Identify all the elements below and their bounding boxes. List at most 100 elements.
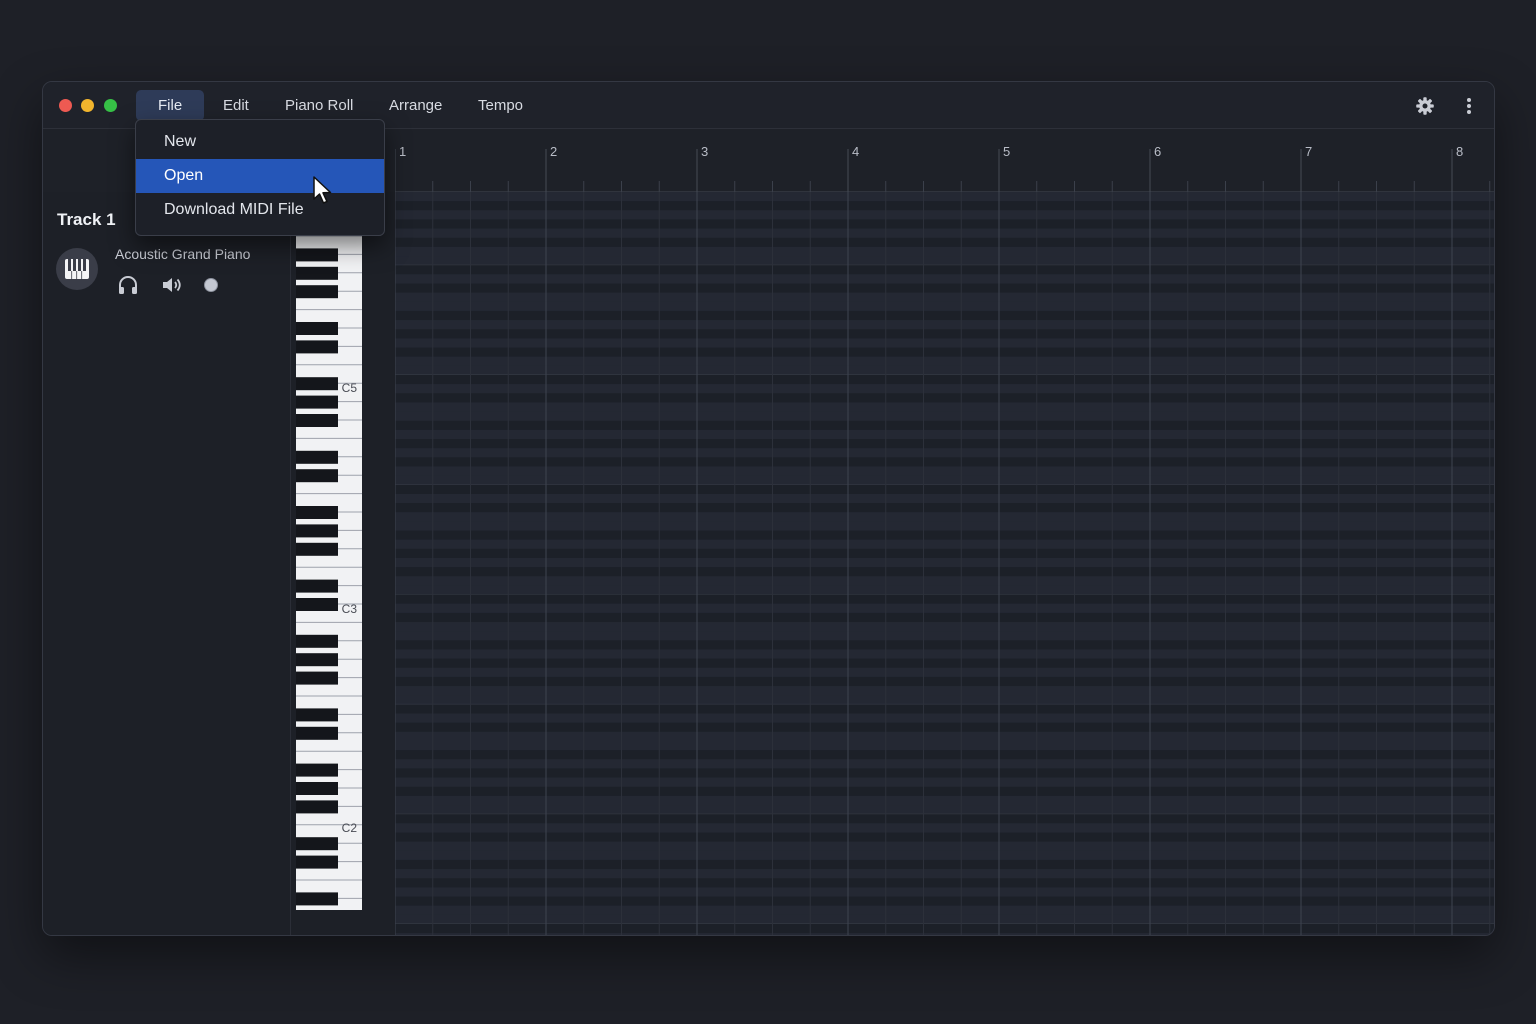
- black-key[interactable]: [296, 782, 338, 795]
- speaker-icon[interactable]: [161, 274, 183, 296]
- black-key[interactable]: [296, 322, 338, 335]
- black-key[interactable]: [296, 285, 338, 299]
- close-window-button[interactable]: [59, 99, 72, 112]
- more-vertical-icon[interactable]: [1459, 96, 1479, 116]
- menu-edit[interactable]: Edit: [215, 90, 257, 121]
- grid-row: [395, 219, 1494, 229]
- menu-piano-roll[interactable]: Piano Roll: [277, 90, 361, 121]
- grid-row: [395, 384, 1494, 394]
- menu-arrange[interactable]: Arrange: [381, 90, 450, 121]
- black-key[interactable]: [296, 855, 338, 869]
- black-key[interactable]: [296, 634, 338, 648]
- black-key[interactable]: [296, 414, 338, 427]
- black-key[interactable]: [296, 266, 338, 280]
- black-key[interactable]: [296, 708, 338, 722]
- grid-row: [395, 429, 1494, 440]
- grid-row: [395, 713, 1494, 723]
- black-key[interactable]: [296, 726, 338, 740]
- menu-tempo[interactable]: Tempo: [470, 90, 531, 121]
- black-key[interactable]: [296, 506, 338, 519]
- black-key[interactable]: [296, 340, 338, 354]
- grid-row: [395, 841, 1494, 851]
- grid-row: [395, 365, 1494, 375]
- black-key[interactable]: [296, 598, 338, 611]
- grid-row: [395, 338, 1494, 348]
- headphones-icon[interactable]: [117, 274, 139, 296]
- black-key[interactable]: [296, 450, 338, 464]
- grid-row: [395, 814, 1494, 824]
- black-key[interactable]: [296, 469, 338, 483]
- ruler-ticks: 1 2 3 4 5 6 7 8: [394, 144, 1491, 192]
- black-key[interactable]: [296, 671, 338, 685]
- minimize-window-button[interactable]: [81, 99, 94, 112]
- piano-roll-grid[interactable]: [395, 192, 1495, 936]
- black-key[interactable]: [296, 653, 338, 667]
- grid-row: [395, 320, 1494, 330]
- menu-file[interactable]: File: [136, 90, 205, 121]
- black-key[interactable]: [296, 800, 338, 814]
- menu-item-download-midi[interactable]: Download MIDI File: [136, 193, 384, 227]
- grid-row: [395, 859, 1494, 870]
- grid-row: [395, 631, 1494, 641]
- mouse-pointer-icon: [313, 176, 332, 204]
- black-key[interactable]: [296, 377, 338, 391]
- grid-row: [395, 622, 1494, 632]
- grid-row: [395, 640, 1494, 650]
- piano-keyboard[interactable]: C5 C3 C2: [291, 192, 395, 936]
- bar-number-label: 3: [701, 144, 708, 159]
- piano-keys[interactable]: C5 C3 C2: [291, 192, 395, 936]
- record-dot-icon[interactable]: [203, 274, 219, 296]
- grid-row: [395, 823, 1494, 833]
- octave-label: C3: [342, 602, 358, 616]
- grid-row: [395, 695, 1494, 705]
- track-name[interactable]: Track 1: [57, 210, 116, 230]
- zoom-window-button[interactable]: [104, 99, 117, 112]
- menu-item-new[interactable]: New: [136, 125, 384, 159]
- grid-row: [395, 210, 1494, 220]
- grid-row: [395, 402, 1494, 412]
- black-key[interactable]: [296, 248, 338, 262]
- grid-row: [395, 676, 1494, 687]
- grid-row: [395, 347, 1494, 357]
- grid-row: [395, 420, 1494, 430]
- octave-label: C2: [342, 821, 358, 835]
- black-key[interactable]: [296, 579, 338, 593]
- grid-row: [395, 192, 1494, 202]
- menu-item-open[interactable]: Open: [136, 159, 384, 193]
- bar-number-label: 1: [399, 144, 406, 159]
- instrument-name[interactable]: Acoustic Grand Piano: [115, 246, 250, 262]
- black-key[interactable]: [296, 837, 338, 851]
- grid-row: [395, 539, 1494, 549]
- grid-row: [395, 201, 1494, 211]
- gear-icon[interactable]: [1415, 96, 1435, 116]
- black-key[interactable]: [296, 763, 338, 777]
- grid-row: [395, 603, 1494, 613]
- note-grid[interactable]: [395, 192, 1495, 936]
- grid-row: [395, 493, 1494, 504]
- grid-row: [395, 484, 1494, 494]
- timeline-ruler[interactable]: 1 2 3 4 5 6 7 8: [394, 129, 1494, 192]
- grid-row: [395, 393, 1494, 403]
- grid-row: [395, 457, 1494, 467]
- grid-row: [395, 768, 1494, 778]
- octave-label: C5: [342, 381, 358, 395]
- grid-row: [395, 869, 1494, 879]
- black-key[interactable]: [296, 892, 338, 906]
- bar-number-label: 6: [1154, 144, 1161, 159]
- grid-row: [395, 686, 1494, 696]
- black-key[interactable]: [296, 524, 338, 538]
- grid-row: [395, 237, 1494, 247]
- grid-row: [395, 567, 1494, 577]
- grid-row: [395, 274, 1494, 284]
- grid-row: [395, 503, 1494, 513]
- black-key[interactable]: [296, 542, 338, 556]
- grid-row: [395, 329, 1494, 339]
- instrument-avatar[interactable]: [56, 248, 98, 290]
- bar-number-label: 7: [1305, 144, 1312, 159]
- bar-number-label: 4: [852, 144, 859, 159]
- black-key[interactable]: [296, 395, 338, 409]
- grid-row: [395, 292, 1494, 302]
- grid-row: [395, 466, 1494, 476]
- grid-row: [395, 585, 1494, 595]
- grid-row: [395, 924, 1494, 934]
